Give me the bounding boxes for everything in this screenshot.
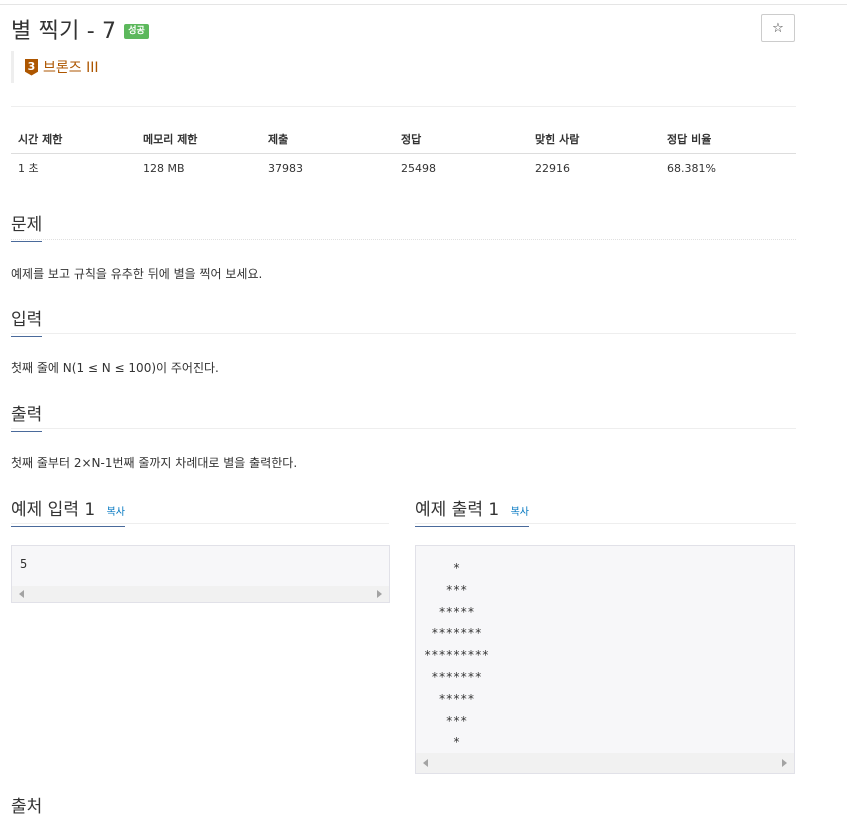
problem-heading: 문제 xyxy=(11,210,43,242)
sample-input-box[interactable]: 5 xyxy=(11,545,390,603)
problem-title: 별 찍기 - 7 xyxy=(11,19,117,44)
info-header-memory: 메모리 제한 xyxy=(136,125,261,154)
problem-description: 예제를 보고 규칙을 유추한 뒤에 별을 찍어 보세요. xyxy=(11,267,263,281)
info-accepted: 25498 xyxy=(401,161,436,175)
section-divider xyxy=(11,333,796,334)
info-header-ratio: 정답 비율 xyxy=(660,125,796,154)
tier-medal-icon: 3 xyxy=(25,58,38,76)
info-ratio: 68.381% xyxy=(667,161,716,175)
sample-input-text: 5 xyxy=(20,557,28,571)
copy-output-button[interactable]: 복사 xyxy=(511,507,529,518)
info-submissions: 37983 xyxy=(268,161,303,175)
source-heading-partial: 출처 xyxy=(11,797,43,817)
info-header-time: 시간 제한 xyxy=(11,125,136,154)
section-problem-heading: 문제 xyxy=(11,210,796,242)
info-header-row: 시간 제한 메모리 제한 제출 정답 맞힌 사람 정답 비율 xyxy=(11,125,796,154)
info-header-submit: 제출 xyxy=(261,125,394,154)
section-divider xyxy=(11,428,796,429)
title-row: 별 찍기 - 7 성공 xyxy=(11,14,149,44)
info-time-limit: 1 초 xyxy=(18,162,39,176)
section-divider xyxy=(11,239,796,240)
tier-label[interactable]: 브론즈 III xyxy=(43,57,98,77)
sample-input-title: 예제 입력 1 xyxy=(11,500,96,520)
input-description: 첫째 줄에 N(1 ≤ N ≤ 100)이 주어진다. xyxy=(11,361,219,375)
sample-output-title: 예제 출력 1 xyxy=(415,500,500,520)
info-header-solvers: 맞힌 사람 xyxy=(528,125,660,154)
divider xyxy=(11,106,796,107)
problem-info-table: 시간 제한 메모리 제한 제출 정답 맞힌 사람 정답 비율 1 초 128 M… xyxy=(11,125,796,183)
sample-output-box[interactable]: * *** ***** ******* ********* ******* **… xyxy=(415,545,795,774)
output-description: 첫째 줄부터 2×N-1번째 줄까지 차례대로 별을 출력한다. xyxy=(11,456,298,470)
scroll-left-icon[interactable] xyxy=(423,759,428,767)
scroll-right-icon[interactable] xyxy=(377,590,382,598)
info-solvers: 22916 xyxy=(535,161,570,175)
star-icon: ☆ xyxy=(772,20,784,36)
section-divider xyxy=(415,523,796,524)
problem-page: 별 찍기 - 7 성공 ☆ 3 브론즈 III 시간 제한 메모리 제한 제출 … xyxy=(11,0,796,817)
info-header-accepted: 정답 xyxy=(394,125,528,154)
info-value-row: 1 초 128 MB 37983 25498 22916 68.381% xyxy=(11,153,796,183)
horizontal-scrollbar[interactable] xyxy=(12,586,389,602)
horizontal-scrollbar[interactable] xyxy=(416,753,794,773)
copy-input-button[interactable]: 복사 xyxy=(107,507,125,518)
section-divider xyxy=(11,523,389,524)
info-memory-limit: 128 MB xyxy=(143,161,185,175)
sample-output-text: * *** ***** ******* ********* ******* **… xyxy=(424,561,490,750)
favorite-star-button[interactable]: ☆ xyxy=(761,14,795,42)
scroll-right-icon[interactable] xyxy=(782,759,787,767)
scroll-left-icon[interactable] xyxy=(19,590,24,598)
tier-info: 3 브론즈 III xyxy=(11,51,98,83)
result-badge: 성공 xyxy=(124,23,149,39)
